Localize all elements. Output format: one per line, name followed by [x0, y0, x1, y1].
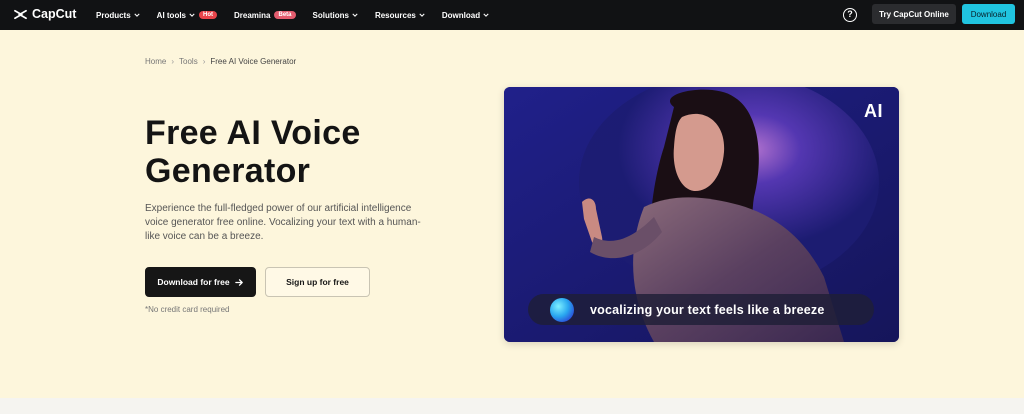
nav-item-label: Solutions: [312, 10, 349, 20]
next-section-edge: [0, 398, 1024, 414]
nav-item-products[interactable]: Products: [96, 11, 140, 20]
voice-caption-pill: vocalizing your text feels like a breeze: [528, 294, 874, 325]
hot-badge: Hot: [199, 11, 218, 19]
nav-item-label: Products: [96, 10, 131, 20]
nav-item-solutions[interactable]: Solutions: [313, 11, 358, 20]
nav-item-resources[interactable]: Resources: [375, 11, 425, 20]
breadcrumb-separator-icon: ›: [171, 57, 175, 66]
chevron-down-icon: [352, 13, 358, 17]
voice-orb-icon: [550, 297, 574, 322]
nav-item-ai-tools[interactable]: AI tools Hot: [156, 10, 218, 20]
ai-label: AI: [864, 101, 883, 121]
top-navbar: CapCut Products AI tools Hot Dreamina Be…: [0, 0, 1024, 30]
chevron-down-icon: [483, 13, 489, 17]
sign-up-for-free-button[interactable]: Sign up for free: [265, 267, 370, 297]
breadcrumb: Home › Tools › Free AI Voice Generator: [145, 57, 296, 66]
nav-item-dreamina[interactable]: Dreamina Beta: [234, 10, 296, 20]
hero-description: Experience the full-fledged power of our…: [145, 203, 421, 242]
nav-item-label: AI tools: [156, 10, 187, 20]
chevron-down-icon: [189, 13, 195, 17]
page-title: Free AI Voice Generator: [145, 114, 361, 190]
no-credit-card-note: *No credit card required: [145, 305, 230, 314]
chevron-down-icon: [134, 13, 140, 17]
breadcrumb-home[interactable]: Home: [145, 57, 166, 66]
nav-item-download[interactable]: Download: [442, 11, 489, 20]
main-menu: Products AI tools Hot Dreamina Beta Solu…: [96, 0, 506, 30]
nav-download-button[interactable]: Download: [962, 4, 1015, 24]
breadcrumb-tools[interactable]: Tools: [179, 57, 198, 66]
capcut-logo[interactable]: CapCut: [14, 7, 76, 21]
breadcrumb-current: Free AI Voice Generator: [210, 57, 297, 66]
try-capcut-online-button[interactable]: Try CapCut Online: [872, 4, 956, 24]
capcut-logo-icon: [14, 9, 27, 19]
nav-item-label: Download: [441, 10, 481, 20]
beta-badge: Beta: [274, 11, 296, 19]
nav-item-label: Resources: [374, 10, 416, 20]
arrow-right-icon: [234, 278, 243, 286]
nav-item-label: Dreamina: [234, 10, 271, 20]
help-icon[interactable]: ?: [843, 8, 857, 22]
download-for-free-button[interactable]: Download for free: [145, 267, 256, 297]
logo-text: CapCut: [32, 7, 77, 21]
breadcrumb-separator-icon: ›: [202, 57, 206, 66]
chevron-down-icon: [419, 13, 425, 17]
hero-image: AI vocalizing your text feels like a bre…: [504, 87, 899, 342]
caption-text: vocalizing your text feels like a breeze: [590, 302, 825, 317]
button-label: Download for free: [157, 277, 230, 287]
